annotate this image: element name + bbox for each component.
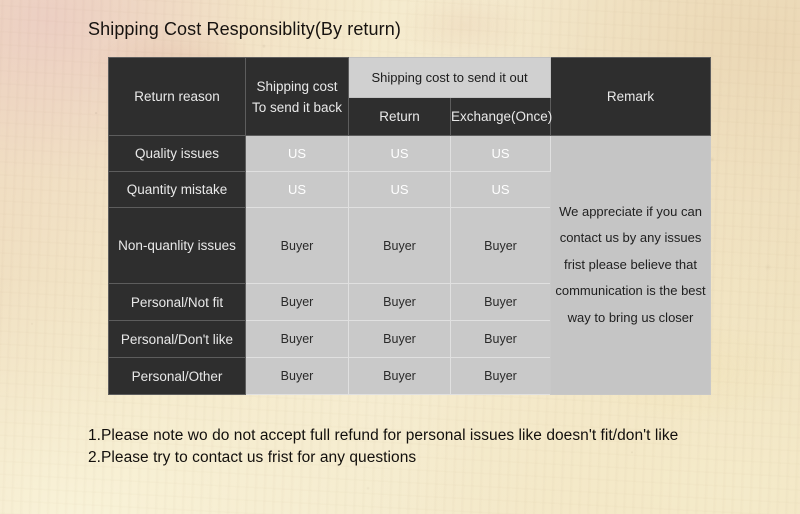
- cell-nonquality-send-back: Buyer: [245, 207, 349, 284]
- header-sub-return: Return: [348, 97, 451, 136]
- cell-other-send-back: Buyer: [245, 357, 349, 395]
- cell-quantity-return: US: [348, 171, 451, 208]
- header-shipping-cost-line1: Shipping cost: [256, 78, 338, 94]
- cell-quality-exchange: US: [449, 135, 552, 172]
- cell-other-exchange: Buyer: [449, 357, 552, 395]
- header-remark: Remark: [550, 57, 712, 136]
- header-shipping-cost-send-back: Shipping cost To send it back: [245, 57, 349, 136]
- cell-quality-return: US: [348, 135, 451, 172]
- poster-canvas: Shipping Cost Responsiblity(By return) R…: [0, 0, 800, 514]
- responsibility-table: Return reason Shipping cost To send it b…: [108, 57, 712, 395]
- row-reason-non-quality-issues: Non-quanlity issues: [108, 207, 246, 284]
- footer-note-1: 1.Please note wo do not accept full refu…: [88, 427, 679, 444]
- cell-quality-send-back: US: [245, 135, 349, 172]
- header-sub-exchange: Exchange(Once): [449, 97, 552, 136]
- footer-notes: 1.Please note wo do not accept full refu…: [88, 425, 678, 468]
- page-title: Shipping Cost Responsiblity(By return): [88, 19, 401, 39]
- footer-note-2: 2.Please try to contact us frist for any…: [88, 448, 417, 466]
- row-reason-personal-not-fit: Personal/Not fit: [108, 283, 246, 321]
- table-header-row-top: Return reason Shipping cost To send it b…: [108, 57, 712, 136]
- shipping-cost-table: Return reason Shipping cost To send it b…: [108, 57, 712, 395]
- cell-other-return: Buyer: [348, 357, 451, 395]
- cell-nonquality-exchange: Buyer: [449, 207, 552, 284]
- row-reason-quantity-mistake: Quantity mistake: [108, 171, 246, 208]
- cell-remark-text: We appreciate if you can contact us by a…: [550, 135, 712, 395]
- cell-nonquality-return: Buyer: [348, 207, 451, 284]
- cell-dontlike-return: Buyer: [348, 320, 451, 358]
- cell-dontlike-send-back: Buyer: [245, 320, 349, 358]
- cell-quantity-send-back: US: [245, 171, 349, 208]
- header-shipping-cost-line2: To send it back: [251, 99, 343, 115]
- cell-dontlike-exchange: Buyer: [449, 320, 552, 358]
- cell-notfit-send-back: Buyer: [245, 283, 349, 321]
- cell-quantity-exchange: US: [449, 171, 552, 208]
- row-reason-personal-other: Personal/Other: [108, 357, 246, 395]
- header-return-reason: Return reason: [108, 57, 246, 136]
- header-shipping-cost-send-out: Shipping cost to send it out: [347, 57, 552, 98]
- row-reason-quality-issues: Quality issues: [108, 135, 246, 172]
- cell-notfit-exchange: Buyer: [449, 283, 552, 321]
- row-reason-personal-dont-like: Personal/Don't like: [108, 320, 246, 358]
- table-row: Quality issues US US US We appreciate if…: [108, 135, 712, 395]
- cell-notfit-return: Buyer: [348, 283, 451, 321]
